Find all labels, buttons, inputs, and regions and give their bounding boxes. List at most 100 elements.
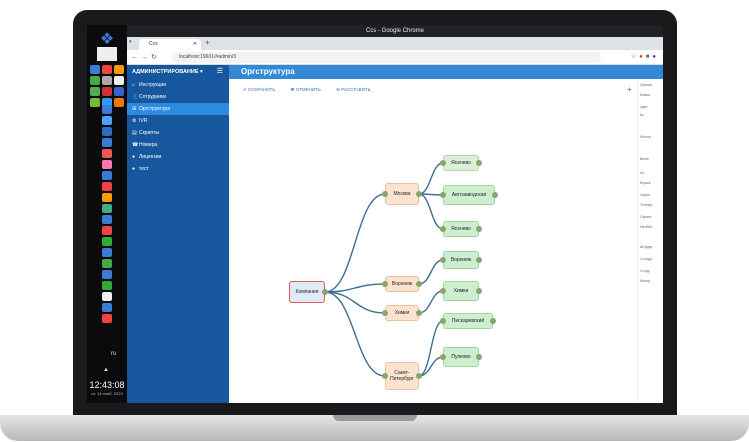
connector-handle[interactable] xyxy=(440,257,446,263)
app-icon[interactable] xyxy=(102,303,112,312)
app-icon[interactable] xyxy=(102,204,112,213)
license-icon: ● xyxy=(132,154,136,160)
org-chart-canvas[interactable]: Компания Москва Воронеж Химки Санкт-Петербур… xyxy=(229,99,637,399)
connector-handle[interactable] xyxy=(416,310,422,316)
app-icon[interactable] xyxy=(102,76,112,85)
connector-handle[interactable] xyxy=(476,160,482,166)
sidebar-item[interactable]: ⚙ IVR xyxy=(127,115,229,127)
app-icon[interactable] xyxy=(114,76,124,85)
app-icon[interactable] xyxy=(114,65,124,74)
sidebar-item[interactable]: ☎Номера xyxy=(127,139,229,151)
org-node[interactable]: Санкт-Петербург xyxy=(385,362,419,390)
app-icon[interactable] xyxy=(102,259,112,268)
connector-handle[interactable] xyxy=(382,310,388,316)
sidebar-item-label: IVR xyxy=(139,118,148,124)
app-icon[interactable] xyxy=(102,160,112,169)
app-icon[interactable] xyxy=(102,270,112,279)
sidebar-item[interactable]: ▤ Скрипты xyxy=(127,127,229,139)
connector-handle[interactable] xyxy=(440,226,446,232)
connector-handle[interactable] xyxy=(440,288,446,294)
app-icon[interactable] xyxy=(102,215,112,224)
app-icon[interactable] xyxy=(102,171,112,180)
connector-handle[interactable] xyxy=(440,318,446,324)
org-node[interactable]: Ясенево xyxy=(443,155,479,171)
sidebar-item[interactable]: 👤Сотрудники xyxy=(127,91,229,103)
connector-handle[interactable] xyxy=(322,289,328,295)
sidebar-item[interactable]: ⊞ Оргструктура xyxy=(127,103,229,115)
connector-handle[interactable] xyxy=(492,192,498,198)
org-node[interactable]: Ясенево xyxy=(443,221,479,237)
app-icon[interactable] xyxy=(102,127,112,136)
extension-icon[interactable]: ● xyxy=(639,54,646,60)
connector-handle[interactable] xyxy=(382,373,388,379)
connector-handle[interactable] xyxy=(476,354,482,360)
connector-handle[interactable] xyxy=(476,226,482,232)
os-logo-icon[interactable]: ❖ xyxy=(97,29,117,48)
org-node[interactable]: Пискаревский xyxy=(443,313,493,329)
sidebar-item-label: Лицензии xyxy=(139,154,162,160)
org-node-label: Пулково xyxy=(451,354,471,360)
connector-handle[interactable] xyxy=(382,191,388,197)
org-node[interactable]: Воронеж xyxy=(385,276,419,292)
org-node[interactable]: Автозаводская xyxy=(443,185,495,205)
app-icon[interactable] xyxy=(114,87,124,96)
connector-handle[interactable] xyxy=(490,318,496,324)
url-field[interactable]: localhost:19601/#admin/3 xyxy=(171,52,601,63)
sidebar-item[interactable]: ● тест xyxy=(127,163,229,175)
app-icon[interactable] xyxy=(102,138,112,147)
org-node[interactable]: Воронеж xyxy=(443,251,479,269)
app-icon[interactable] xyxy=(102,314,112,323)
app-icon[interactable] xyxy=(90,65,100,74)
connector-handle[interactable] xyxy=(440,192,446,198)
star-icon[interactable]: ☆ xyxy=(631,54,639,60)
connector-handle[interactable] xyxy=(476,288,482,294)
save-button[interactable]: ✔ СОХРАНИТЬ xyxy=(243,87,275,92)
app-icon[interactable] xyxy=(114,98,124,107)
app-icon[interactable] xyxy=(102,182,112,191)
app-icon[interactable] xyxy=(102,149,112,158)
app-icon[interactable] xyxy=(90,76,100,85)
sidebar-item[interactable]: ● Лицензии xyxy=(127,151,229,163)
keyboard-language[interactable]: ru xyxy=(111,351,116,357)
connector-handle[interactable] xyxy=(416,281,422,287)
org-node[interactable]: Химки xyxy=(385,305,419,321)
app-icon[interactable] xyxy=(102,292,112,301)
connector-handle[interactable] xyxy=(440,354,446,360)
org-node[interactable]: Пулково xyxy=(443,347,479,367)
back-icon[interactable]: ← xyxy=(131,54,141,61)
new-tab-button[interactable]: + xyxy=(205,38,210,47)
connector-handle[interactable] xyxy=(440,160,446,166)
tab-search-icon[interactable]: ▾ xyxy=(129,39,132,45)
org-node[interactable]: Химки xyxy=(443,281,479,301)
connector-handle[interactable] xyxy=(416,373,422,379)
app-icon[interactable] xyxy=(102,87,112,96)
app-icon[interactable] xyxy=(102,237,112,246)
profile-icon[interactable]: ● xyxy=(652,54,659,60)
desktop-tile[interactable] xyxy=(97,47,117,61)
app-icon[interactable] xyxy=(102,281,112,290)
sidebar-header[interactable]: АДМИНИСТРИРОВАНИЕ ▾ ☰ xyxy=(127,65,229,79)
org-node[interactable]: Москва xyxy=(385,183,419,205)
tray-expand-icon[interactable]: ▲ xyxy=(103,367,109,373)
org-node-label: Ясенево xyxy=(451,226,471,232)
connector-handle[interactable] xyxy=(382,281,388,287)
add-node-button[interactable]: + xyxy=(627,85,632,94)
close-tab-icon[interactable]: ✕ xyxy=(193,39,197,50)
arrange-button[interactable]: ⊕ РАССТАВИТЬ xyxy=(336,87,371,92)
app-icon[interactable] xyxy=(102,105,112,114)
forward-icon[interactable]: → xyxy=(141,54,151,61)
org-node[interactable]: Компания xyxy=(289,281,325,303)
app-icon[interactable] xyxy=(90,87,100,96)
reload-icon[interactable]: ↻ xyxy=(151,54,160,61)
app-icon[interactable] xyxy=(102,65,112,74)
app-icon[interactable] xyxy=(102,226,112,235)
connector-handle[interactable] xyxy=(476,257,482,263)
connector-handle[interactable] xyxy=(416,191,422,197)
app-icon[interactable] xyxy=(102,193,112,202)
app-icon[interactable] xyxy=(102,116,112,125)
cancel-button[interactable]: ✖ ОТМЕНИТЬ xyxy=(291,87,321,92)
hamburger-menu-icon[interactable]: ☰ xyxy=(217,65,223,79)
app-icon[interactable] xyxy=(102,248,112,257)
browser-tab[interactable]: Ccs ✕ xyxy=(139,39,201,50)
sidebar-item[interactable]: ⌂ Инструкции xyxy=(127,79,229,91)
